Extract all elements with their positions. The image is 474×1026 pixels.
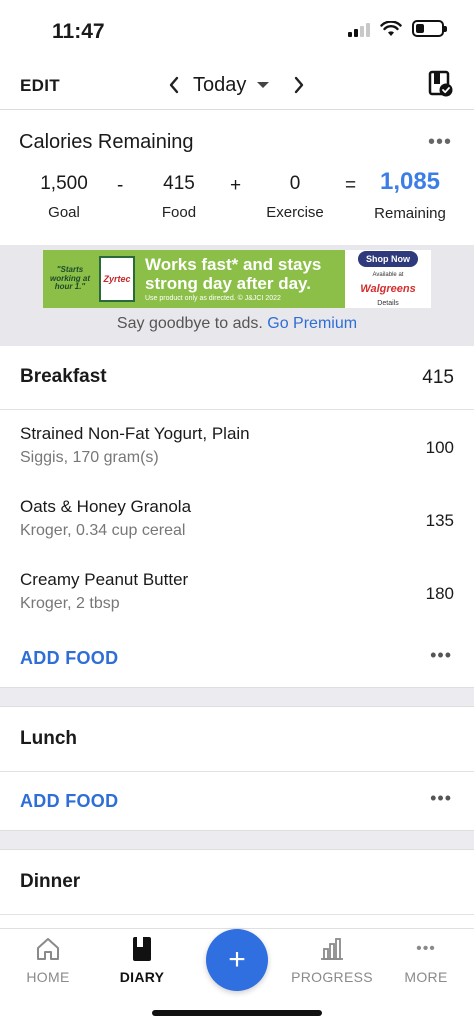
tab-label: MORE	[404, 969, 448, 985]
tab-label: DIARY	[119, 969, 165, 985]
lunch-header: Lunch	[0, 708, 474, 772]
remaining-column: 1,085 Remaining	[368, 168, 452, 222]
dinner-header: Dinner	[0, 851, 474, 915]
equals-operator: =	[345, 175, 357, 196]
meal-name: Breakfast	[20, 366, 107, 387]
diary-complete-icon[interactable]	[428, 70, 454, 98]
minus-operator: -	[117, 175, 124, 196]
remaining-label: Remaining	[374, 205, 446, 222]
add-food-button[interactable]: ADD FOOD	[20, 791, 118, 812]
food-item[interactable]: Oats & Honey Granola Kroger, 0.34 cup ce…	[0, 484, 474, 556]
premium-prompt: Say goodbye to ads. Go Premium	[0, 315, 474, 333]
plus-operator: +	[230, 175, 242, 196]
date-navigator: Today	[163, 70, 310, 100]
exercise-column: 0 Exercise	[259, 173, 331, 221]
meal-more-button[interactable]: •••	[430, 788, 452, 809]
food-name: Creamy Peanut Butter	[20, 570, 189, 589]
previous-day-button[interactable]	[163, 70, 185, 100]
tab-more[interactable]: ••• MORE	[400, 935, 452, 985]
food-item[interactable]: Creamy Peanut Butter Kroger, 2 tbsp 180	[0, 557, 474, 629]
status-icons	[348, 20, 447, 37]
date-label[interactable]: Today	[193, 74, 246, 97]
goal-column: 1,500 Goal	[32, 173, 96, 221]
food-name: Oats & Honey Granola	[20, 497, 192, 516]
section-divider	[0, 687, 474, 707]
breakfast-header: Breakfast 415	[0, 346, 474, 410]
more-dots-icon: •••	[416, 940, 436, 957]
caret-down-icon[interactable]	[256, 81, 270, 89]
meal-name: Dinner	[20, 871, 81, 892]
progress-chart-icon	[321, 938, 343, 960]
ad-headline-1: Works fast* and stays	[145, 255, 322, 275]
remaining-value: 1,085	[379, 168, 441, 195]
diary-header: EDIT Today	[0, 60, 474, 110]
add-entry-button[interactable]: +	[206, 929, 268, 991]
exercise-value: 0	[289, 173, 301, 194]
tab-progress[interactable]: PROGRESS	[290, 935, 374, 985]
breakfast-add-food-row: ADD FOOD •••	[0, 631, 474, 687]
battery-icon	[412, 20, 447, 37]
food-item[interactable]: Strained Non-Fat Yogurt, Plain Siggis, 1…	[0, 411, 474, 483]
food-detail: Kroger, 0.34 cup cereal	[20, 522, 186, 539]
wifi-icon	[380, 20, 402, 36]
exercise-label: Exercise	[266, 204, 324, 221]
food-column: 415 Food	[149, 173, 209, 221]
home-icon	[37, 938, 59, 960]
section-divider	[0, 830, 474, 850]
food-calories: 100	[425, 438, 454, 457]
food-label: Food	[161, 204, 197, 221]
food-detail: Kroger, 2 tbsp	[20, 595, 120, 612]
lunch-add-food-row: ADD FOOD •••	[0, 774, 474, 830]
food-value: 415	[163, 173, 195, 194]
tab-label: PROGRESS	[291, 969, 373, 985]
ad-cta: Shop Now Available at Walgreens Details	[345, 250, 431, 308]
ad-details[interactable]: Details	[377, 300, 398, 307]
goal-value: 1,500	[40, 173, 88, 194]
ad-quote: "Starts working at hour 1."	[49, 264, 90, 292]
tab-label: HOME	[26, 969, 70, 985]
ad-section: "Starts working at hour 1." Zyrtec Works…	[0, 245, 474, 346]
calories-remaining-card: Calories Remaining ••• 1,500 Goal - 415 …	[0, 111, 474, 245]
go-premium-link[interactable]: Go Premium	[267, 315, 357, 332]
status-time: 11:47	[52, 20, 105, 43]
status-bar: 11:47	[0, 0, 474, 60]
meal-name: Lunch	[20, 728, 77, 749]
next-day-button[interactable]	[288, 70, 310, 100]
premium-text: Say goodbye to ads.	[116, 315, 263, 332]
meal-total: 415	[422, 367, 454, 388]
signal-icon	[348, 21, 370, 37]
chevron-right-icon	[295, 76, 304, 94]
chevron-left-icon	[169, 76, 179, 94]
food-calories: 135	[425, 511, 454, 530]
ad-fine-print: Use product only as directed. © J&JCI 20…	[145, 294, 281, 302]
goal-label: Goal	[48, 204, 80, 221]
tab-home[interactable]: HOME	[20, 935, 76, 985]
edit-button[interactable]: EDIT	[20, 76, 60, 96]
diary-icon	[133, 937, 151, 961]
ad-product: Zyrtec	[99, 256, 135, 302]
home-indicator	[152, 1010, 322, 1016]
calories-more-button[interactable]: •••	[428, 131, 452, 154]
calories-title: Calories Remaining	[19, 131, 194, 153]
ad-available: Available at	[372, 272, 404, 278]
ad-shop-button[interactable]: Shop Now	[358, 251, 418, 267]
ad-headline-2: strong day after day.	[145, 273, 311, 293]
ad-retailer: Walgreens	[360, 283, 416, 295]
add-food-button[interactable]: ADD FOOD	[20, 648, 118, 669]
food-calories: 180	[425, 584, 454, 603]
ad-banner[interactable]: "Starts working at hour 1." Zyrtec Works…	[43, 250, 431, 308]
meal-more-button[interactable]: •••	[430, 645, 452, 666]
food-name: Strained Non-Fat Yogurt, Plain	[20, 424, 250, 443]
ad-copy: Works fast* and stays strong day after d…	[135, 255, 345, 302]
tab-diary[interactable]: DIARY	[112, 935, 172, 985]
food-detail: Siggis, 170 gram(s)	[20, 449, 159, 466]
